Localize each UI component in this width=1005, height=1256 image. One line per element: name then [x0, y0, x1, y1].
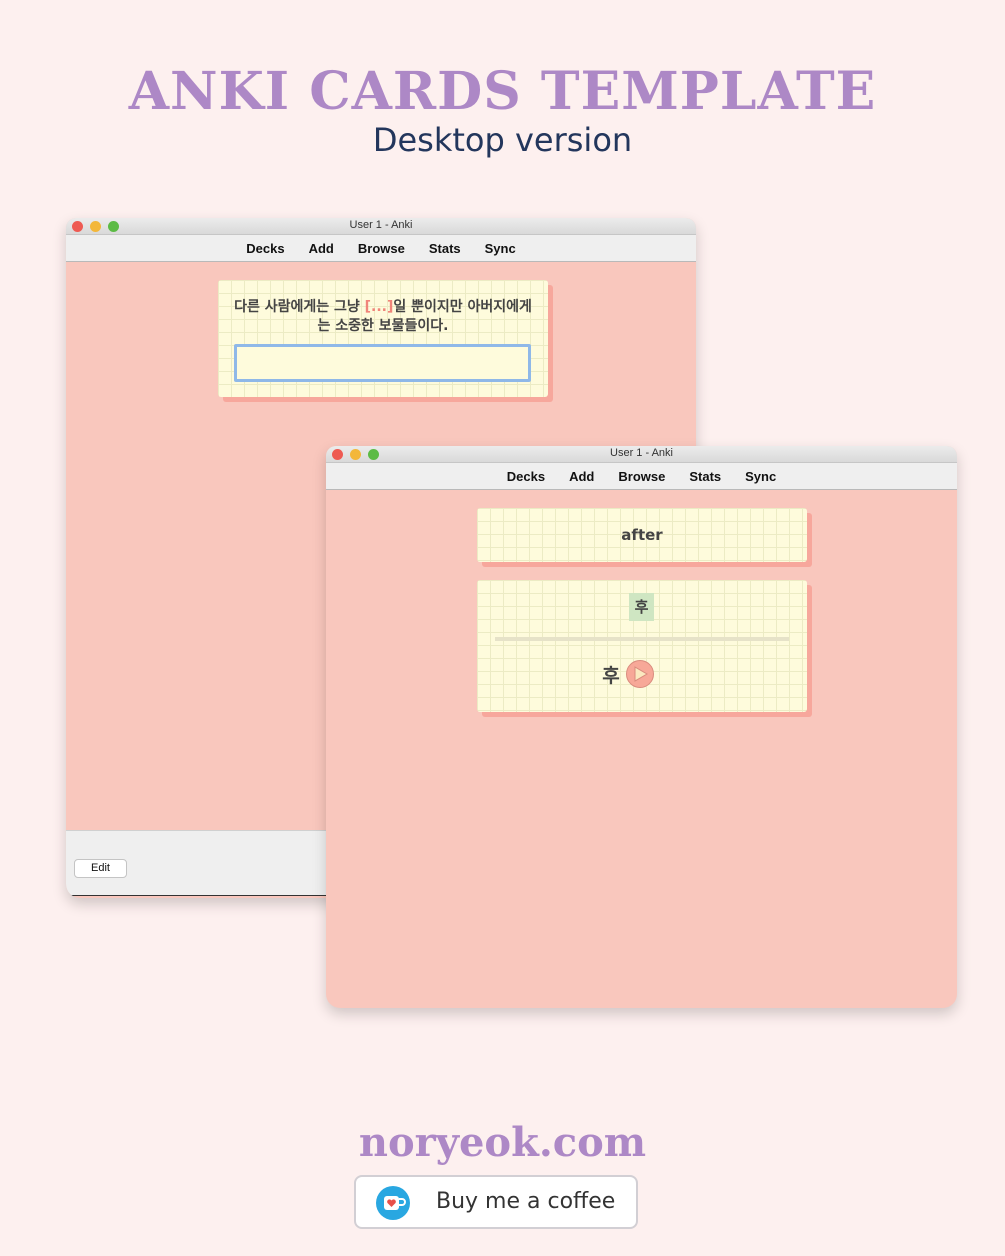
answer-word: 후: [602, 664, 620, 687]
menu-item-add[interactable]: Add: [569, 469, 594, 484]
window-title: User 1 - Anki: [349, 219, 413, 231]
back-card: 후 후: [477, 580, 807, 712]
type-answer-input[interactable]: [234, 344, 531, 382]
hangul-highlight: 후: [629, 593, 654, 621]
cloze-text-before: 다른 사람에게는 그냥: [234, 299, 365, 315]
edit-button[interactable]: Edit: [74, 859, 127, 878]
page-title: ANKI CARDS TEMPLATE: [128, 61, 877, 122]
cloze-card: 다른 사람에게는 그냥 [...]일 뿐이지만 아버지에게는 소중한 보물들이다…: [218, 280, 548, 397]
menu-item-sync[interactable]: Sync: [485, 241, 516, 256]
menu-item-browse[interactable]: Browse: [358, 241, 405, 256]
play-icon[interactable]: [625, 660, 654, 688]
anki-window-front: User 1 - Anki Decks Add Browse Stats Syn…: [326, 446, 957, 1008]
menu-bar: Decks Add Browse Stats Sync: [66, 235, 696, 262]
menu-item-browse[interactable]: Browse: [618, 469, 665, 484]
window-titlebar: User 1 - Anki: [326, 446, 957, 463]
menu-item-add[interactable]: Add: [309, 241, 334, 256]
card-divider: [495, 637, 789, 641]
menu-item-decks[interactable]: Decks: [246, 241, 284, 256]
cloze-sentence: 다른 사람에게는 그냥 [...]일 뿐이지만 아버지에게는 소중한 보물들이다…: [228, 298, 538, 336]
window-titlebar: User 1 - Anki: [66, 218, 696, 235]
menu-item-stats[interactable]: Stats: [429, 241, 461, 256]
page-subtitle: Desktop version: [372, 121, 633, 159]
menu-item-stats[interactable]: Stats: [689, 469, 721, 484]
answer-row: 후: [477, 660, 807, 688]
site-link[interactable]: noryeok.com: [0, 1118, 1005, 1168]
window-title: User 1 - Anki: [610, 447, 673, 459]
coffee-label: Buy me a coffee: [436, 1189, 616, 1214]
front-card: after: [477, 508, 807, 562]
menu-item-decks[interactable]: Decks: [507, 469, 545, 484]
menu-bar: Decks Add Browse Stats Sync: [326, 463, 957, 490]
menu-item-sync[interactable]: Sync: [745, 469, 776, 484]
coffee-cup-icon: [376, 1186, 410, 1220]
front-word: after: [621, 526, 663, 544]
cloze-blank: [...]: [364, 299, 394, 315]
buy-me-a-coffee-button[interactable]: Buy me a coffee: [354, 1175, 638, 1229]
